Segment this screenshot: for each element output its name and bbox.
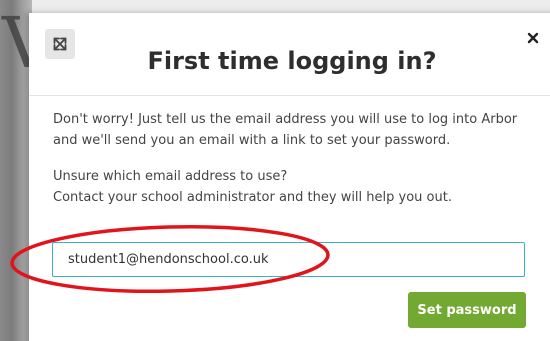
title-divider [29,95,550,96]
help-text-line-1: Unsure which email address to use? [53,169,288,184]
set-password-button[interactable]: Set password [408,292,526,328]
email-input[interactable] [52,242,525,277]
dialog-title: First time logging in? [147,47,437,75]
screenshot-stage: V First time logging in? Don't worry! Ju… [0,0,550,341]
close-icon [527,32,539,44]
help-text: Unsure which email address to use? Conta… [53,166,543,208]
help-text-line-2: Contact your school administrator and th… [53,190,452,205]
intro-text: Don't worry! Just tell us the email addr… [53,112,518,148]
first-time-login-dialog: First time logging in? Don't worry! Just… [29,13,550,341]
background-page: V [0,0,53,341]
